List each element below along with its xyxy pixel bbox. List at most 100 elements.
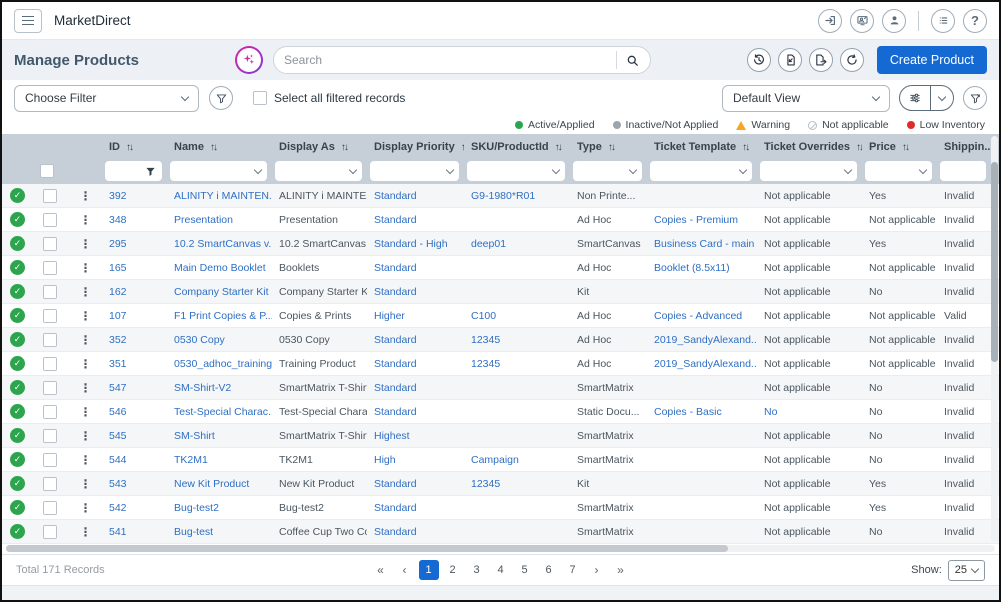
cell-name[interactable]: ALINITY i MAINTEN...	[167, 190, 272, 202]
row-checkbox[interactable]	[43, 357, 57, 371]
search-input[interactable]	[284, 53, 608, 67]
cell-sku[interactable]: 12345	[464, 358, 570, 370]
import-button[interactable]	[778, 48, 802, 72]
cell-sku[interactable]: C100	[464, 310, 570, 322]
cell-display_priority[interactable]: Standard	[367, 334, 464, 346]
row-actions-menu[interactable]: ⋮	[66, 237, 102, 251]
help-button[interactable]: ?	[963, 9, 987, 33]
cell-display_priority[interactable]: Standard	[367, 502, 464, 514]
column-filter-name[interactable]	[170, 161, 267, 181]
cell-ticket_template[interactable]: Booklet (8.5x11)	[647, 262, 757, 274]
row-actions-menu[interactable]: ⋮	[66, 429, 102, 443]
sort-icon[interactable]: ↑↓	[608, 142, 614, 153]
cell-display_priority[interactable]: Standard	[367, 406, 464, 418]
sort-icon[interactable]: ↑↓	[555, 142, 561, 153]
row-actions-menu[interactable]: ⋮	[66, 381, 102, 395]
row-checkbox[interactable]	[43, 381, 57, 395]
row-actions-menu[interactable]: ⋮	[66, 477, 102, 491]
cell-id[interactable]: 543	[102, 478, 167, 490]
column-filter-id[interactable]	[105, 161, 162, 181]
cell-display_priority[interactable]: Standard	[367, 478, 464, 490]
select-all-checkbox[interactable]	[253, 91, 267, 105]
cell-name[interactable]: 0530 Copy	[167, 334, 272, 346]
list-menu-button[interactable]	[931, 9, 955, 33]
horizontal-scrollbar[interactable]	[2, 544, 999, 554]
cell-name[interactable]: TK2M1	[167, 454, 272, 466]
row-actions-menu[interactable]: ⋮	[66, 213, 102, 227]
cell-id[interactable]: 547	[102, 382, 167, 394]
cell-name[interactable]: Presentation	[167, 214, 272, 226]
refresh-button[interactable]	[840, 48, 864, 72]
cell-id[interactable]: 541	[102, 526, 167, 538]
row-actions-menu[interactable]: ⋮	[66, 453, 102, 467]
row-checkbox[interactable]	[43, 189, 57, 203]
cell-id[interactable]: 544	[102, 454, 167, 466]
page-size-select[interactable]: 25	[948, 560, 985, 581]
prev-page-button[interactable]: ‹	[395, 560, 415, 580]
column-filter-type[interactable]	[573, 161, 642, 181]
cell-name[interactable]: Bug-test	[167, 526, 272, 538]
cell-name[interactable]: SM-Shirt	[167, 430, 272, 442]
clear-filter-button[interactable]	[963, 86, 987, 110]
row-actions-menu[interactable]: ⋮	[66, 333, 102, 347]
cell-id[interactable]: 352	[102, 334, 167, 346]
cell-id[interactable]: 165	[102, 262, 167, 274]
cell-sku[interactable]: 12345	[464, 478, 570, 490]
page-button-7[interactable]: 7	[563, 560, 583, 580]
row-checkbox[interactable]	[43, 525, 57, 539]
cell-name[interactable]: Test-Special Charac...	[167, 406, 272, 418]
column-filter-price[interactable]	[865, 161, 932, 181]
row-checkbox[interactable]	[43, 405, 57, 419]
sort-icon[interactable]: ↑↓	[126, 142, 132, 153]
cell-id[interactable]: 546	[102, 406, 167, 418]
cell-sku[interactable]: G9-1980*R01	[464, 190, 570, 202]
cell-name[interactable]: Bug-test2	[167, 502, 272, 514]
sort-icon[interactable]: ↑↓	[742, 142, 748, 153]
column-filter-ticket-template[interactable]	[650, 161, 752, 181]
view-settings-button[interactable]	[900, 86, 930, 110]
cell-id[interactable]: 351	[102, 358, 167, 370]
row-actions-menu[interactable]: ⋮	[66, 285, 102, 299]
sort-icon[interactable]: ↑↓	[902, 142, 908, 153]
horizontal-scrollbar-track[interactable]	[6, 545, 995, 552]
cell-ticket_overrides[interactable]: No	[757, 406, 862, 418]
select-all-filtered[interactable]: Select all filtered records	[253, 91, 405, 105]
row-checkbox[interactable]	[43, 285, 57, 299]
hamburger-menu-button[interactable]	[14, 9, 42, 33]
row-actions-menu[interactable]: ⋮	[66, 405, 102, 419]
cell-id[interactable]: 542	[102, 502, 167, 514]
column-filter-display-as[interactable]	[275, 161, 362, 181]
cell-id[interactable]: 162	[102, 286, 167, 298]
search-button[interactable]	[625, 53, 640, 68]
next-page-button[interactable]: ›	[587, 560, 607, 580]
header-select-all-checkbox[interactable]	[40, 164, 54, 178]
column-filter-sku-productid[interactable]	[467, 161, 565, 181]
cell-display_priority[interactable]: Standard	[367, 214, 464, 226]
row-checkbox[interactable]	[43, 453, 57, 467]
impersonate-button[interactable]	[850, 9, 874, 33]
cell-display_priority[interactable]: Higher	[367, 310, 464, 322]
cell-ticket_template[interactable]: Copies - Advanced	[647, 310, 757, 322]
cell-id[interactable]: 392	[102, 190, 167, 202]
cell-name[interactable]: F1 Print Copies & P...	[167, 310, 272, 322]
cell-display_priority[interactable]: Standard	[367, 190, 464, 202]
export-button[interactable]	[809, 48, 833, 72]
cell-name[interactable]: SM-Shirt-V2	[167, 382, 272, 394]
cell-display_priority[interactable]: Standard - High	[367, 238, 464, 250]
page-button-4[interactable]: 4	[491, 560, 511, 580]
login-button[interactable]	[818, 9, 842, 33]
choose-filter-select[interactable]: Choose Filter	[14, 85, 199, 112]
last-page-button[interactable]: »	[611, 560, 631, 580]
column-filter-display-priority[interactable]	[370, 161, 459, 181]
cell-ticket_template[interactable]: 2019_SandyAlexand...	[647, 358, 757, 370]
cell-name[interactable]: 0530_adhoc_training	[167, 358, 272, 370]
cell-display_priority[interactable]: High	[367, 454, 464, 466]
cell-display_priority[interactable]: Standard	[367, 382, 464, 394]
create-product-button[interactable]: Create Product	[877, 46, 987, 74]
cell-name[interactable]: New Kit Product	[167, 478, 272, 490]
row-actions-menu[interactable]: ⋮	[66, 261, 102, 275]
row-checkbox[interactable]	[43, 261, 57, 275]
page-button-3[interactable]: 3	[467, 560, 487, 580]
row-checkbox[interactable]	[43, 333, 57, 347]
row-checkbox[interactable]	[43, 477, 57, 491]
